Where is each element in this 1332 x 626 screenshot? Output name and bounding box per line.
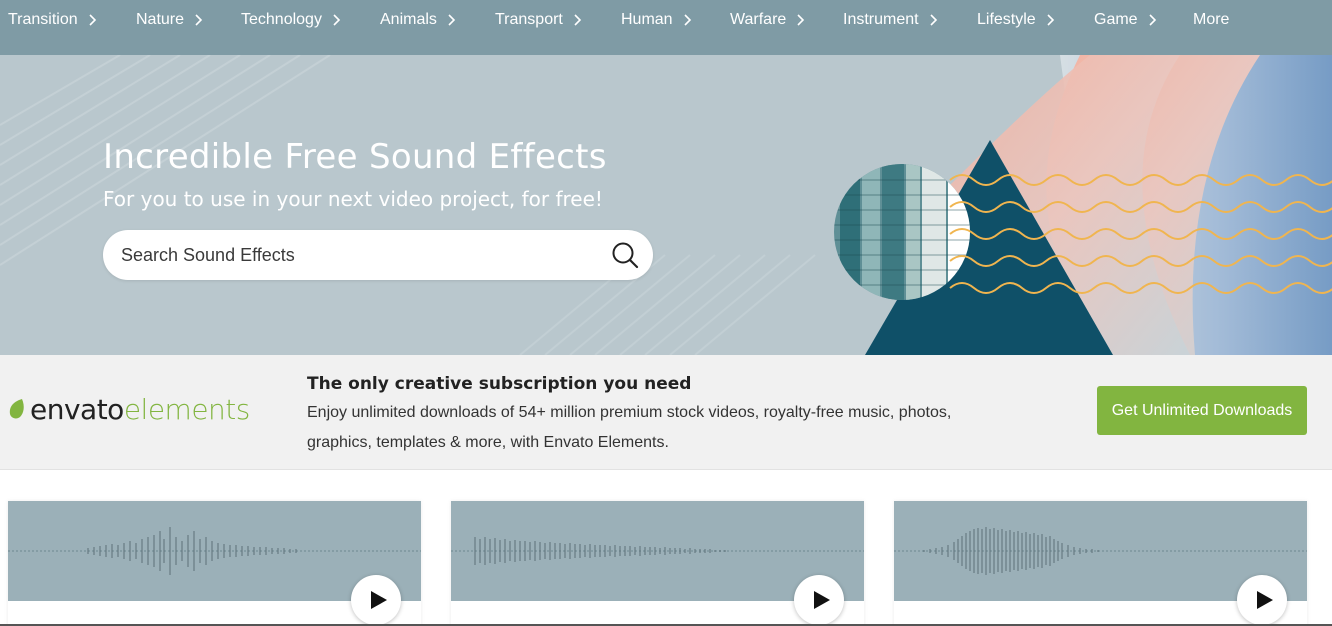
play-icon bbox=[1257, 591, 1273, 609]
chevron-right-icon bbox=[930, 14, 937, 26]
play-icon bbox=[814, 591, 830, 609]
chevron-right-icon bbox=[333, 14, 341, 26]
chevron-right-icon bbox=[574, 14, 582, 26]
nav-item-label: Instrument bbox=[843, 11, 919, 28]
search-box bbox=[103, 230, 653, 280]
nav-item-label: Game bbox=[1094, 11, 1138, 28]
category-nav: Transition Nature Technology Animals Tra… bbox=[0, 0, 1332, 55]
get-unlimited-downloads-button[interactable]: Get Unlimited Downloads bbox=[1097, 386, 1307, 435]
logo-text-envato: envato bbox=[30, 392, 124, 426]
chevron-right-icon bbox=[1047, 14, 1054, 26]
nav-item-human[interactable]: Human bbox=[621, 0, 695, 40]
nav-item-transport[interactable]: Transport bbox=[495, 0, 585, 40]
play-icon bbox=[371, 591, 387, 609]
play-button[interactable] bbox=[1237, 575, 1287, 625]
nav-item-label: Technology bbox=[241, 11, 322, 28]
nav-item-label: More bbox=[1193, 11, 1230, 28]
chevron-right-icon bbox=[1149, 14, 1156, 26]
play-button[interactable] bbox=[351, 575, 401, 625]
nav-item-animals[interactable]: Animals bbox=[380, 0, 459, 40]
hero-banner: Incredible Free Sound Effects For you to… bbox=[0, 55, 1332, 355]
nav-item-game[interactable]: Game bbox=[1094, 0, 1160, 40]
envato-elements-logo[interactable]: envato elements bbox=[8, 392, 251, 426]
search-input[interactable] bbox=[121, 230, 591, 280]
nav-item-transition[interactable]: Transition bbox=[8, 0, 100, 40]
envato-promo: envato elements The only creative subscr… bbox=[0, 355, 1332, 470]
sound-card[interactable] bbox=[8, 501, 421, 626]
nav-item-technology[interactable]: Technology bbox=[241, 0, 344, 40]
nav-item-instrument[interactable]: Instrument bbox=[843, 0, 941, 40]
hero-subtitle: For you to use in your next video projec… bbox=[103, 187, 603, 211]
leaf-icon bbox=[9, 399, 24, 419]
nav-item-label: Transition bbox=[8, 11, 78, 28]
chevron-right-icon bbox=[797, 14, 805, 26]
search-icon[interactable] bbox=[611, 241, 639, 269]
nav-item-lifestyle[interactable]: Lifestyle bbox=[977, 0, 1058, 40]
nav-item-label: Human bbox=[621, 11, 673, 28]
chevron-right-icon bbox=[89, 14, 96, 26]
nav-item-warfare[interactable]: Warfare bbox=[730, 0, 808, 40]
nav-item-nature[interactable]: Nature bbox=[136, 0, 206, 40]
nav-item-label: Lifestyle bbox=[977, 11, 1036, 28]
hero-title: Incredible Free Sound Effects bbox=[103, 137, 607, 177]
promo-title: The only creative subscription you need bbox=[307, 374, 692, 394]
promo-description: Enjoy unlimited downloads of 54+ million… bbox=[307, 404, 952, 451]
chevron-right-icon bbox=[448, 14, 456, 26]
sound-card[interactable] bbox=[894, 501, 1307, 626]
sound-card[interactable] bbox=[451, 501, 864, 626]
chevron-right-icon bbox=[195, 14, 203, 26]
logo-text-elements: elements bbox=[123, 392, 251, 426]
chevron-right-icon bbox=[684, 14, 691, 26]
nav-item-label: Nature bbox=[136, 11, 185, 28]
nav-item-label: Transport bbox=[495, 11, 563, 28]
play-button[interactable] bbox=[794, 575, 844, 625]
nav-item-label: Warfare bbox=[730, 11, 787, 28]
nav-item-more[interactable]: More bbox=[1193, 0, 1229, 40]
nav-item-label: Animals bbox=[380, 11, 437, 28]
